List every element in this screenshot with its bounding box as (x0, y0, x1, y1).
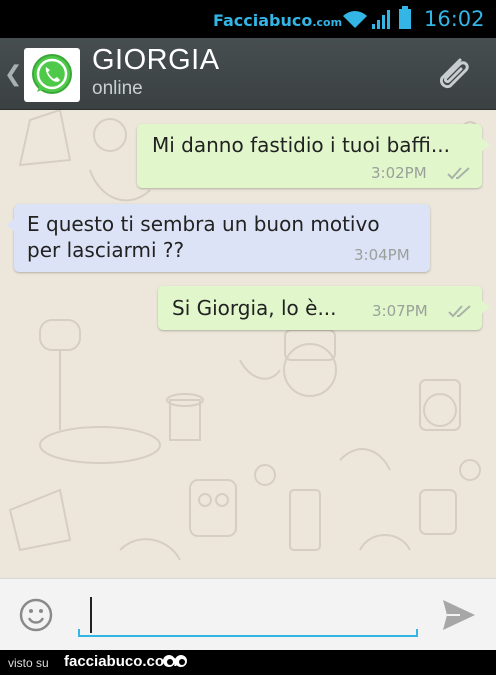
chat-header: ❮ GIORGIA online (0, 38, 496, 110)
message-time: 3:07PM (372, 302, 428, 320)
whatsapp-avatar-icon (32, 54, 72, 94)
message-text: Si Giorgia, lo è... (172, 296, 337, 320)
message-text: E questo ti sembra un buon motivo per la… (27, 211, 380, 263)
contact-avatar[interactable] (24, 48, 80, 102)
watermark: Facciabuco.com (213, 11, 342, 30)
message-time: 3:02PM (371, 164, 427, 182)
composer-bar (0, 578, 496, 650)
message-bubble-outgoing[interactable]: Si Giorgia, lo è... 3:07PM (158, 286, 490, 330)
battery-icon (399, 6, 411, 29)
text-cursor (90, 597, 92, 633)
signal-icon (372, 10, 390, 29)
bubble-tail (481, 300, 490, 314)
message-input[interactable] (78, 593, 418, 637)
contact-name[interactable]: GIORGIA (92, 44, 220, 77)
paperclip-attach-icon[interactable] (430, 52, 476, 98)
message-bubble-incoming[interactable]: E questo ti sembra un buon motivo per la… (6, 204, 430, 272)
back-chevron-icon[interactable]: ❮ (4, 62, 22, 87)
status-clock: 16:02 (424, 7, 485, 31)
message-time: 3:04PM (354, 246, 410, 264)
double-check-icon (447, 167, 470, 180)
message-text: Mi danno fastidio i tuoi baffi... (152, 133, 450, 157)
footer-prefix: visto su (8, 656, 49, 670)
eyes-icon (163, 655, 187, 667)
message-line: E questo ti sembra un buon motivo (27, 212, 380, 236)
conversation-area[interactable]: Mi danno fastidio i tuoi baffi... 3:02PM… (0, 110, 496, 578)
message-line: per lasciarmi ?? (27, 238, 185, 262)
watermark-text: Facciabuco (213, 11, 313, 30)
status-bar: Facciabuco.com 16:02 (0, 0, 496, 38)
bubble-tail (6, 218, 15, 232)
input-underline-edge (416, 629, 418, 637)
emoji-icon[interactable] (18, 597, 54, 633)
footer-site[interactable]: facciabuco.com (64, 653, 177, 670)
bubble-tail (481, 138, 490, 152)
watermark-suffix: .com (312, 16, 343, 29)
footer-watermark: visto su facciabuco.com (0, 650, 496, 675)
input-underline-edge (78, 629, 80, 637)
send-icon[interactable] (440, 597, 478, 633)
wifi-icon (343, 11, 367, 28)
double-check-icon (448, 305, 471, 318)
contact-status: online (92, 78, 143, 99)
message-bubble-outgoing[interactable]: Mi danno fastidio i tuoi baffi... 3:02PM (137, 124, 490, 188)
